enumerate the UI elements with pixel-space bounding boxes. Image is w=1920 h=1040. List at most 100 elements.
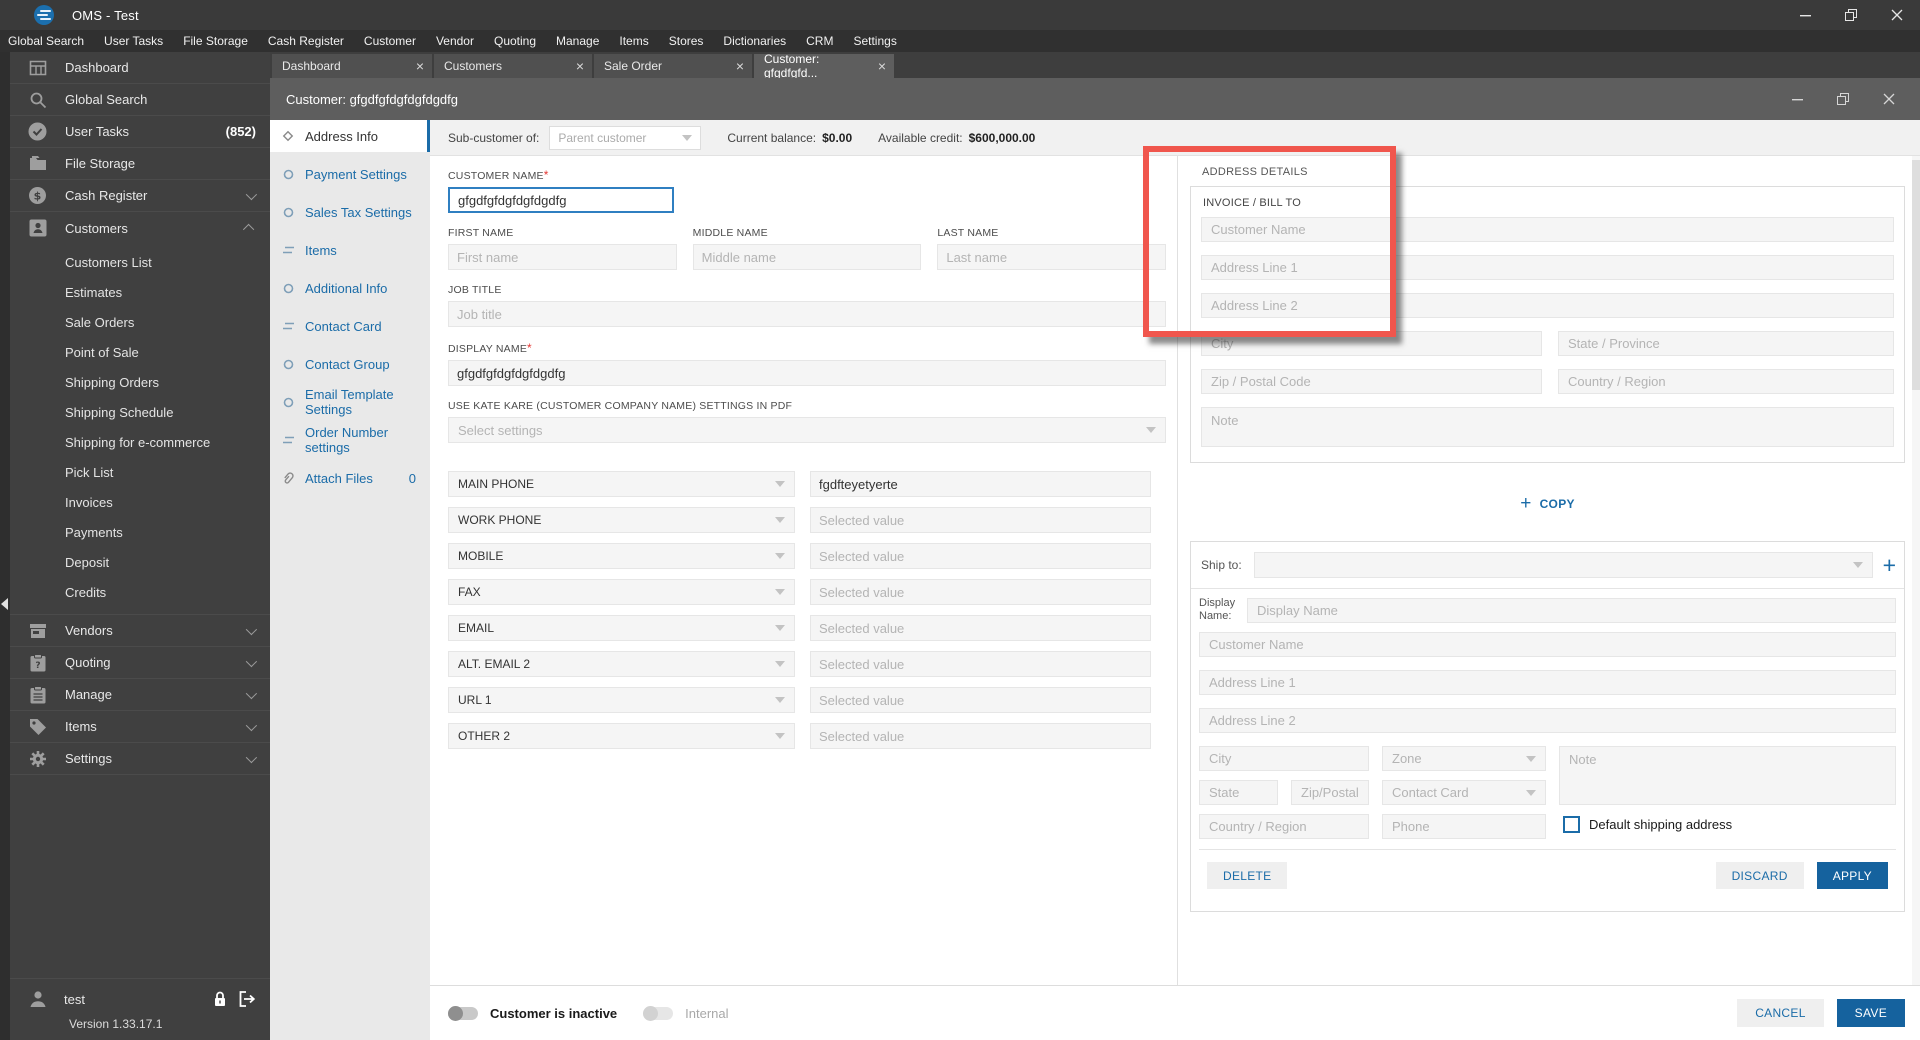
job-title-input[interactable] — [448, 301, 1166, 327]
nav-payment-settings[interactable]: Payment Settings — [270, 158, 430, 190]
invoice-zip-input[interactable] — [1201, 369, 1542, 394]
nav-sales-tax-settings[interactable]: Sales Tax Settings — [270, 196, 430, 228]
scrollbar[interactable] — [1912, 156, 1920, 985]
sidebar-item-customers-list[interactable]: Customers List — [10, 248, 270, 278]
menu-global-search[interactable]: Global Search — [0, 34, 94, 48]
tab-customers[interactable]: Customers × — [434, 54, 592, 78]
menu-vendor[interactable]: Vendor — [426, 34, 484, 48]
nav-attach-files[interactable]: Attach Files 0 — [270, 462, 430, 494]
phone-value-input[interactable] — [810, 723, 1151, 749]
ship-country-input[interactable] — [1199, 814, 1369, 840]
sidebar-item-dashboard[interactable]: Dashboard — [10, 52, 270, 84]
sidebar-item-manage[interactable]: Manage — [10, 679, 270, 711]
menu-crm[interactable]: CRM — [796, 34, 843, 48]
nav-contact-card[interactable]: Contact Card — [270, 310, 430, 342]
ship-to-select[interactable] — [1253, 552, 1873, 578]
sidebar-item-point-of-sale[interactable]: Point of Sale — [10, 338, 270, 368]
menu-file-storage[interactable]: File Storage — [173, 34, 258, 48]
ship-zone-select[interactable]: Zone — [1382, 746, 1546, 772]
discard-button[interactable]: DISCARD — [1715, 862, 1804, 890]
delete-button[interactable]: DELETE — [1207, 862, 1288, 890]
minimize-icon[interactable] — [1774, 78, 1820, 120]
add-ship-to-button[interactable]: + — [1883, 553, 1896, 577]
tab-customer-active[interactable]: Customer: gfgdfgfd... × — [754, 52, 894, 80]
nav-order-number-settings[interactable]: Order Number settings — [270, 424, 430, 456]
pdf-settings-select[interactable]: Select settings — [448, 417, 1166, 443]
sidebar-item-settings[interactable]: Settings — [10, 743, 270, 775]
tab-close-icon[interactable]: × — [736, 59, 744, 73]
invoice-country-input[interactable] — [1558, 369, 1894, 394]
sidebar-item-items[interactable]: Items — [10, 711, 270, 743]
tab-close-icon[interactable]: × — [576, 59, 584, 73]
invoice-customer-name-input[interactable] — [1201, 217, 1894, 242]
customer-inactive-toggle[interactable] — [448, 1005, 478, 1021]
sidebar-item-deposit[interactable]: Deposit — [10, 548, 270, 578]
display-name-input[interactable] — [448, 360, 1166, 386]
phone-type-select[interactable]: WORK PHONE — [448, 507, 795, 533]
save-button[interactable]: SAVE — [1836, 999, 1905, 1027]
nav-additional-info[interactable]: Additional Info — [270, 272, 430, 304]
lock-icon[interactable] — [213, 991, 227, 1007]
ship-contact-card-select[interactable]: Contact Card — [1382, 780, 1546, 806]
sidebar-item-quoting[interactable]: ? Quoting — [10, 647, 270, 679]
ship-customer-name-input[interactable] — [1199, 632, 1896, 658]
sidebar-item-file-storage[interactable]: File Storage — [10, 148, 270, 180]
copy-button[interactable]: + COPY — [1520, 493, 1575, 515]
nav-address-info[interactable]: Address Info — [270, 120, 430, 152]
default-shipping-checkbox[interactable] — [1563, 816, 1580, 834]
restore-icon[interactable] — [1828, 0, 1874, 30]
menu-cash-register[interactable]: Cash Register — [258, 34, 354, 48]
ship-display-name-input[interactable] — [1247, 597, 1896, 623]
sidebar-item-global-search[interactable]: Global Search — [10, 84, 270, 116]
nav-email-template-settings[interactable]: Email Template Settings — [270, 386, 430, 418]
close-icon[interactable] — [1866, 78, 1912, 120]
menu-user-tasks[interactable]: User Tasks — [94, 34, 173, 48]
parent-customer-select[interactable]: Parent customer — [549, 125, 702, 150]
sidebar-item-pick-list[interactable]: Pick List — [10, 458, 270, 488]
invoice-city-input[interactable] — [1201, 331, 1542, 356]
phone-value-input[interactable] — [810, 651, 1151, 677]
sidebar-item-vendors[interactable]: Vendors — [10, 615, 270, 647]
restore-icon[interactable] — [1820, 78, 1866, 120]
sidebar-item-credits[interactable]: Credits — [10, 578, 270, 608]
ship-address2-input[interactable] — [1199, 708, 1896, 734]
scrollbar-thumb[interactable] — [1912, 160, 1920, 390]
logout-icon[interactable] — [239, 991, 256, 1007]
nav-contact-group[interactable]: Contact Group — [270, 348, 430, 380]
sidebar-item-shipping-schedule[interactable]: Shipping Schedule — [10, 398, 270, 428]
menu-dictionaries[interactable]: Dictionaries — [713, 34, 796, 48]
tab-sale-order[interactable]: Sale Order × — [594, 54, 752, 78]
sidebar-collapse-icon[interactable] — [1, 598, 8, 610]
menu-manage[interactable]: Manage — [546, 34, 609, 48]
sidebar-item-customers[interactable]: Customers — [10, 212, 270, 244]
invoice-state-input[interactable] — [1558, 331, 1894, 356]
phone-type-select[interactable]: FAX — [448, 579, 795, 605]
phone-type-select[interactable]: MAIN PHONE — [448, 471, 795, 497]
phone-type-select[interactable]: URL 1 — [448, 687, 795, 713]
customer-name-input[interactable] — [448, 187, 674, 213]
close-icon[interactable] — [1874, 0, 1920, 30]
menu-customer[interactable]: Customer — [354, 34, 426, 48]
phone-type-select[interactable]: EMAIL — [448, 615, 795, 641]
middle-name-input[interactable] — [692, 244, 922, 270]
menu-items[interactable]: Items — [609, 34, 658, 48]
sidebar-item-shipping-orders[interactable]: Shipping Orders — [10, 368, 270, 398]
menu-settings[interactable]: Settings — [843, 34, 906, 48]
sidebar-item-invoices[interactable]: Invoices — [10, 488, 270, 518]
menu-quoting[interactable]: Quoting — [484, 34, 546, 48]
sidebar-item-payments[interactable]: Payments — [10, 518, 270, 548]
apply-button[interactable]: APPLY — [1816, 862, 1888, 890]
phone-value-input[interactable] — [810, 507, 1151, 533]
ship-address1-input[interactable] — [1199, 670, 1896, 696]
phone-value-input[interactable] — [810, 615, 1151, 641]
ship-zip-input[interactable] — [1291, 780, 1369, 806]
sidebar-item-user-tasks[interactable]: User Tasks (852) — [10, 116, 270, 148]
phone-value-input[interactable] — [810, 543, 1151, 569]
invoice-address1-input[interactable] — [1201, 255, 1894, 280]
ship-state-input[interactable] — [1199, 780, 1278, 806]
tab-close-icon[interactable]: × — [878, 59, 886, 73]
nav-items[interactable]: Items — [270, 234, 430, 266]
tab-close-icon[interactable]: × — [416, 59, 424, 73]
minimize-icon[interactable] — [1782, 0, 1828, 30]
phone-value-input[interactable] — [810, 471, 1151, 497]
